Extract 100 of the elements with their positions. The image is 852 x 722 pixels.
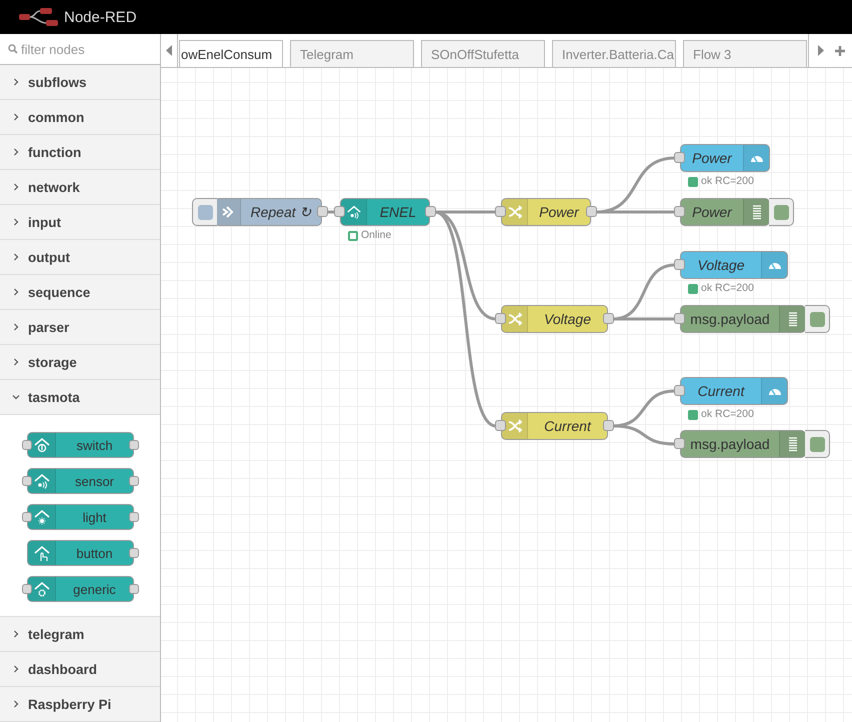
chevron-right-icon (12, 288, 20, 296)
palette-category[interactable]: sequence (0, 275, 160, 310)
status-ring-icon (348, 231, 358, 241)
chevron-right-icon (12, 323, 20, 331)
chevron-right-icon (12, 700, 20, 708)
palette-node[interactable]: light (27, 504, 134, 530)
output-port[interactable] (425, 206, 436, 217)
output-port[interactable] (129, 440, 139, 450)
input-port[interactable] (674, 259, 685, 270)
shuffle-icon (506, 204, 522, 220)
route-node[interactable]: Current (501, 412, 608, 440)
status-text: ok RC=200 (701, 408, 754, 420)
chevron-right-icon (12, 183, 20, 191)
inject-node[interactable]: Repeat ↻ (214, 198, 322, 226)
house-signal-icon (346, 204, 362, 220)
palette-node[interactable]: button (27, 540, 134, 566)
chevron-right-icon (12, 665, 20, 673)
scroll-right-icon[interactable] (817, 45, 825, 56)
wire[interactable] (612, 424, 676, 446)
debug-toggle[interactable] (769, 198, 794, 226)
app-title: Node-RED (64, 8, 137, 26)
status-text: Online (361, 229, 392, 241)
gauge-node[interactable]: Power (680, 144, 770, 172)
category-label: output (28, 250, 70, 264)
input-port[interactable] (495, 206, 506, 217)
palette-node[interactable]: generic (27, 576, 134, 602)
logo-icon (18, 7, 60, 27)
input-port[interactable] (22, 440, 32, 450)
chevron-right-icon (12, 358, 20, 366)
shuffle-icon (506, 311, 522, 327)
input-port[interactable] (674, 152, 685, 163)
output-port[interactable] (129, 548, 139, 558)
palette-category[interactable]: subflows (0, 65, 160, 100)
route-node[interactable]: Voltage (501, 305, 608, 333)
category-label: telegram (28, 626, 84, 642)
arrow-icon (220, 204, 236, 220)
inject-button[interactable] (192, 198, 217, 226)
palette-category[interactable]: telegram (0, 617, 160, 652)
tasmota-node[interactable]: ENEL (340, 198, 430, 226)
category-label: subflows (28, 74, 87, 90)
debug-node[interactable]: Power (680, 198, 770, 226)
output-port[interactable] (129, 584, 139, 594)
palette-category[interactable]: common (0, 100, 160, 135)
chevron-right-icon (12, 253, 20, 261)
palette-category[interactable]: input (0, 205, 160, 240)
palette-category[interactable]: function (0, 135, 160, 170)
category-label: tasmota (28, 390, 80, 404)
debug-node[interactable]: msg.payload (680, 305, 806, 333)
wire[interactable] (434, 210, 496, 320)
input-port[interactable] (22, 512, 32, 522)
debug-toggle[interactable] (805, 430, 830, 458)
output-port[interactable] (586, 206, 597, 217)
chevron-right-icon (12, 78, 20, 86)
category-label: function (28, 144, 82, 160)
palette-category[interactable]: tasmota (0, 380, 160, 415)
palette-category[interactable]: storage (0, 345, 160, 380)
palette-category[interactable]: dashboard (0, 652, 160, 687)
category-label: common (28, 110, 84, 124)
palette-category[interactable]: network (0, 170, 160, 205)
input-port[interactable] (674, 385, 685, 396)
output-port[interactable] (129, 512, 139, 522)
output-port[interactable] (603, 420, 614, 431)
input-port[interactable] (674, 206, 685, 217)
house-hand-icon (32, 544, 50, 562)
input-port[interactable] (674, 313, 685, 324)
output-port[interactable] (317, 206, 328, 217)
input-port[interactable] (22, 584, 32, 594)
palette-node[interactable]: sensor (27, 468, 134, 494)
chevron-right-icon (12, 630, 20, 638)
route-node[interactable]: Power (501, 198, 591, 226)
input-port[interactable] (674, 438, 685, 449)
wire[interactable] (434, 210, 497, 428)
output-port[interactable] (129, 476, 139, 486)
palette-node[interactable]: switch (27, 432, 134, 458)
add-icon[interactable] (835, 46, 845, 56)
flow-tab[interactable]: owEnelConsum (179, 40, 283, 67)
gauge-node[interactable]: Current (680, 377, 788, 405)
output-port[interactable] (603, 313, 614, 324)
house-sun-icon (32, 508, 50, 526)
chevron-right-icon (12, 218, 20, 226)
debug-toggle[interactable] (805, 305, 830, 333)
category-label: parser (28, 320, 70, 334)
input-port[interactable] (22, 476, 32, 486)
chevron-right-icon (12, 113, 20, 121)
palette-category[interactable]: output (0, 240, 160, 275)
palette-category[interactable]: parser (0, 310, 160, 345)
input-port[interactable] (495, 420, 506, 431)
scroll-left-icon[interactable] (165, 45, 173, 56)
debug-node[interactable]: msg.payload (680, 430, 806, 458)
house-power-icon (32, 436, 50, 454)
input-port[interactable] (334, 206, 345, 217)
palette-category[interactable]: Raspberry Pi (0, 687, 160, 722)
input-port[interactable] (495, 313, 506, 324)
category-label: sequence (28, 284, 90, 300)
status-text: ok RC=200 (701, 175, 754, 187)
status-text: ok RC=200 (701, 282, 754, 294)
chevron-right-icon (12, 148, 20, 156)
house-gear-icon (32, 580, 50, 598)
gauge-node[interactable]: Voltage (680, 251, 788, 279)
shuffle-icon (506, 418, 522, 434)
